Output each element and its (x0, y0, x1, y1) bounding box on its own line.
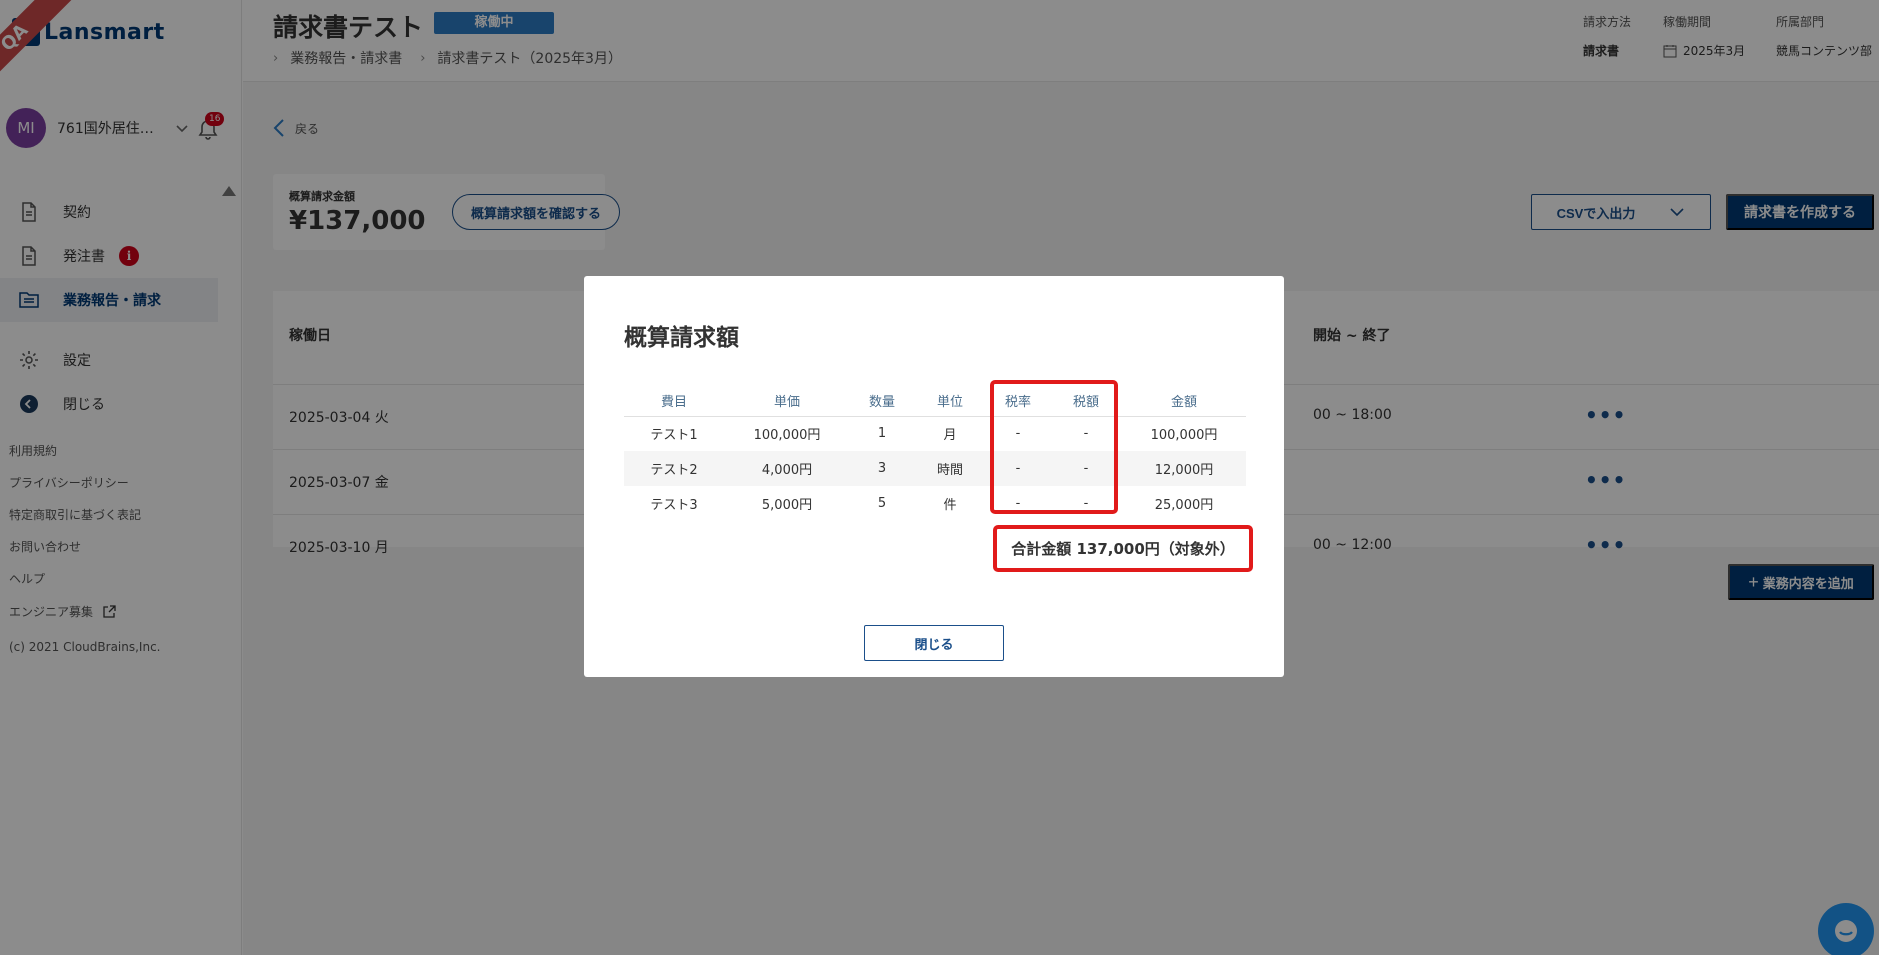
cell-unit-price: 5,000円 (761, 498, 813, 513)
column-header: 金額 (1122, 386, 1246, 417)
cell-unit: 月 (943, 428, 957, 444)
cell-item: テスト3 (650, 498, 698, 513)
table-header-row: 費目 単価 数量 単位 税率 税額 金額 (624, 386, 1246, 417)
total-highlight (993, 525, 1253, 572)
column-header: 単価 (724, 386, 850, 417)
table-row: テスト2 4,000円 3 時間 - - 12,000円 (624, 451, 1246, 486)
cell-item: テスト2 (624, 451, 724, 486)
estimate-modal: 概算請求額 費目 単価 数量 単位 税率 税額 金額 テスト1 100,000円… (584, 276, 1284, 677)
tax-columns-highlight (990, 380, 1118, 514)
cell-amount: 25,000円 (1154, 498, 1214, 513)
cell-item: テスト1 (650, 428, 698, 444)
cell-quantity: 5 (877, 496, 887, 511)
cell-unit: 時間 (914, 451, 986, 486)
cell-quantity: 1 (877, 426, 887, 442)
cell-amount: 100,000円 (1150, 428, 1218, 444)
cell-quantity: 3 (850, 451, 914, 486)
column-header: 数量 (850, 386, 914, 417)
cell-unit-price: 100,000円 (753, 428, 821, 444)
table-row: テスト3 5,000円 5 件 - - 25,000円 (624, 486, 1246, 521)
cell-unit: 件 (943, 498, 957, 513)
table-row: テスト1 100,000円 1 月 - - 100,000円 (624, 416, 1246, 451)
close-button[interactable]: 閉じる (864, 625, 1004, 661)
cell-amount: 12,000円 (1122, 451, 1246, 486)
column-header: 費目 (624, 386, 724, 417)
column-header: 単位 (914, 386, 986, 417)
modal-title: 概算請求額 (624, 325, 739, 351)
cell-unit-price: 4,000円 (724, 451, 850, 486)
estimate-table: 費目 単価 数量 単位 税率 税額 金額 テスト1 100,000円 1 月 -… (624, 386, 1246, 521)
